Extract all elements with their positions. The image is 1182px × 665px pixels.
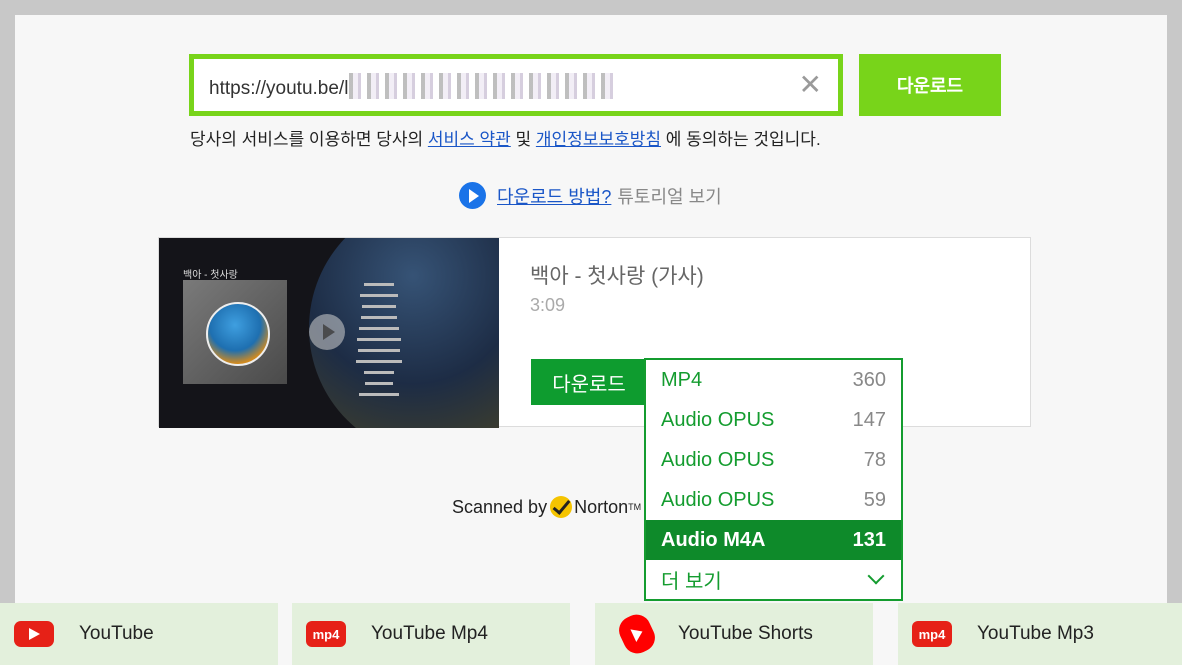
norton-tm: TM (628, 502, 642, 512)
format-option[interactable]: Audio OPUS 147 (646, 400, 901, 440)
shorts-icon (614, 610, 660, 658)
download-button[interactable]: 다운로드 (859, 54, 1001, 116)
tab-youtube[interactable]: YouTube (0, 603, 278, 665)
terms-prefix: 당사의 서비스를 이용하면 당사의 (190, 130, 428, 149)
format-label: Audio OPUS (661, 408, 775, 431)
thumbnail-title: 백아 - 첫사랑 (183, 270, 238, 281)
tab-label: YouTube (79, 623, 154, 644)
how-to-download-link[interactable]: 다운로드 방법? (497, 183, 611, 209)
clear-icon[interactable]: ✕ (799, 71, 822, 99)
format-label: Audio OPUS (661, 448, 775, 471)
video-thumbnail[interactable]: 백아 - 첫사랑 (159, 238, 499, 428)
youtube-icon (14, 621, 54, 647)
tab-youtube-shorts[interactable]: YouTube Shorts (595, 603, 873, 665)
play-icon[interactable] (309, 314, 345, 350)
chevron-down-icon (867, 567, 885, 585)
tab-label: YouTube Shorts (678, 623, 813, 644)
video-duration: 3:09 (530, 295, 566, 315)
norton-check-icon (550, 496, 573, 518)
url-input[interactable]: https://youtu.be/l ✕ (189, 54, 843, 116)
tab-label: YouTube Mp3 (977, 623, 1094, 644)
tutorial-row: 다운로드 방법? 튜토리얼 보기 (459, 182, 722, 209)
format-label: Audio OPUS (661, 488, 775, 511)
format-quality: 131 (852, 528, 886, 551)
mp4-icon: mp4 (912, 621, 952, 647)
format-quality: 147 (852, 408, 886, 431)
tutorial-label: 튜토리얼 보기 (617, 186, 722, 207)
format-dropdown[interactable]: MP4 360 Audio OPUS 147 Audio OPUS 78 Aud… (644, 358, 903, 601)
terms-notice: 당사의 서비스를 이용하면 당사의 서비스 약관 및 개인정보보호방침 에 동의… (190, 125, 821, 150)
privacy-link[interactable]: 개인정보보호방침 (536, 130, 661, 149)
tab-youtube-mp3[interactable]: mp4 YouTube Mp3 (898, 603, 1182, 665)
format-option[interactable]: Audio OPUS 59 (646, 480, 901, 520)
album-art-circle (206, 302, 270, 366)
format-quality: 360 (852, 368, 886, 391)
format-quality: 78 (863, 448, 886, 471)
norton-brand: Norton (574, 496, 629, 517)
format-label: Audio M4A (661, 528, 766, 551)
tab-youtube-mp4[interactable]: mp4 YouTube Mp4 (292, 603, 570, 665)
show-more-option[interactable]: 더 보기 (646, 560, 901, 598)
terms-middle: 및 (510, 130, 536, 149)
redacted-url-part (349, 73, 619, 99)
format-quality: 59 (863, 488, 886, 511)
show-more-label: 더 보기 (661, 570, 722, 593)
format-option[interactable]: MP4 360 (646, 360, 901, 400)
url-text[interactable]: https://youtu.be/l (209, 78, 348, 100)
format-option-selected[interactable]: Audio M4A 131 (646, 520, 901, 560)
video-title: 백아 - 첫사랑 (가사) (530, 265, 704, 288)
mp4-icon: mp4 (306, 621, 346, 647)
scanned-by-label: Scanned by (452, 496, 548, 517)
norton-badge: Scanned by Norton TM (452, 496, 641, 518)
format-label: MP4 (661, 368, 703, 391)
thumbnail-lyrics (344, 280, 414, 401)
terms-suffix: 에 동의하는 것입니다. (661, 130, 821, 149)
play-circle-icon[interactable] (459, 182, 486, 209)
service-terms-link[interactable]: 서비스 약관 (428, 130, 511, 149)
format-option[interactable]: Audio OPUS 78 (646, 440, 901, 480)
format-download-button[interactable]: 다운로드 (531, 359, 647, 405)
tab-label: YouTube Mp4 (371, 623, 488, 644)
